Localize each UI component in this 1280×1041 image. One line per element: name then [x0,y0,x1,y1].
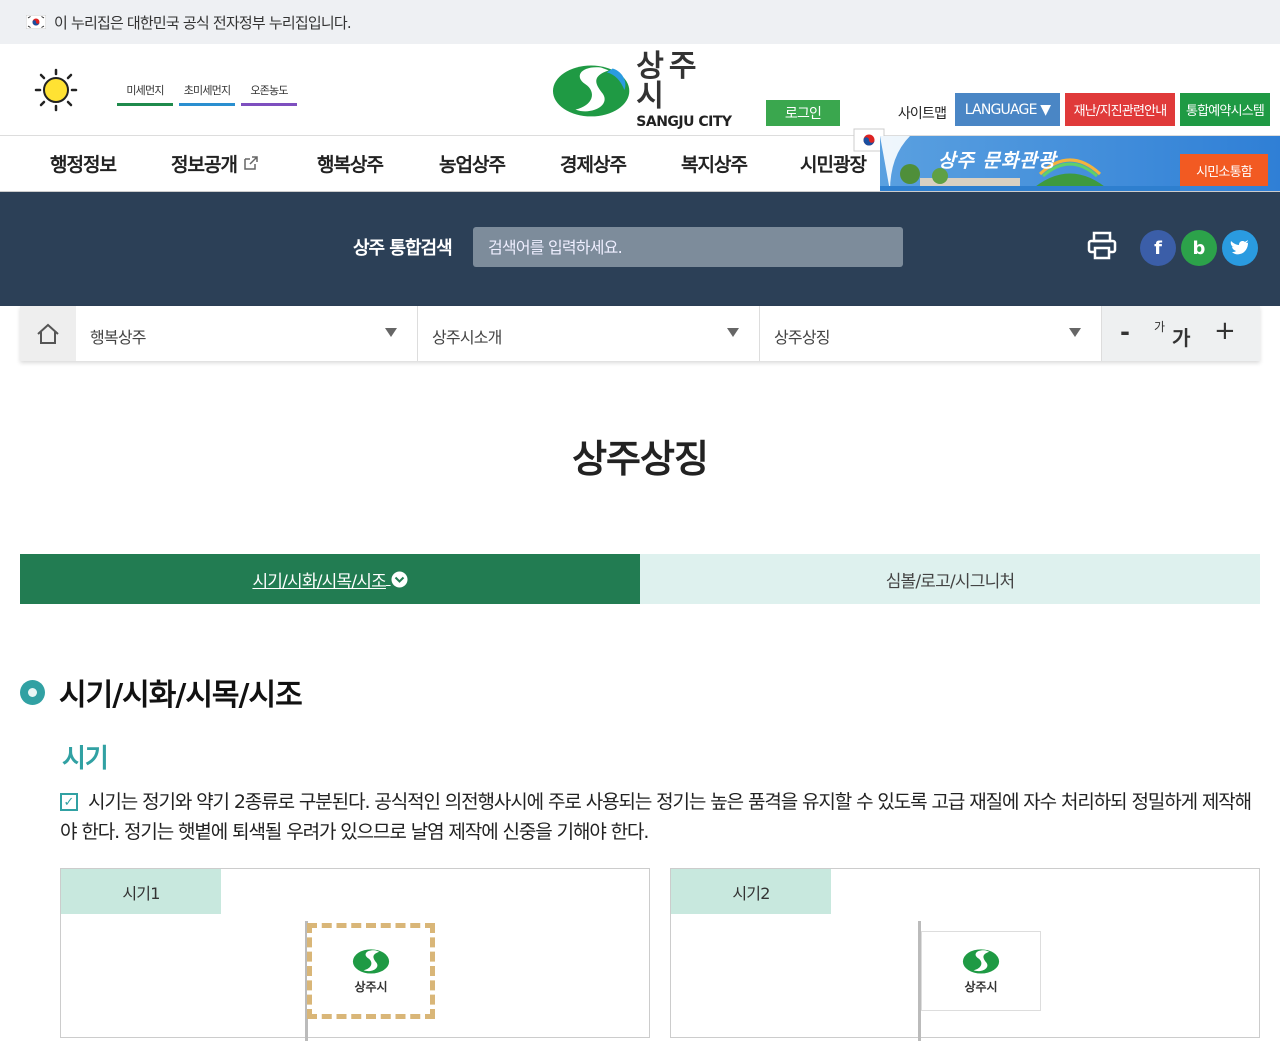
breadcrumb-select-level1[interactable]: 행복상주 [76,306,418,361]
formal-flag-image: 상주시 [307,923,435,1019]
sangju-symbol-icon [352,948,390,974]
chevron-down-icon [1069,328,1081,337]
search-label: 상주 통합검색 [353,238,453,259]
flag-card-label: 시기2 [671,869,831,914]
banner-title: 상주 문화관광 [938,150,1057,172]
sangju-logo[interactable]: 상주시 SANGJU CITY [552,51,732,129]
sitemap-link[interactable]: 사이트맵 [894,100,950,126]
print-icon[interactable] [1086,230,1118,262]
blog-icon: b [1192,237,1206,259]
home-icon [37,323,59,344]
gov-notice-text: 이 누리집은 대한민국 공식 전자정부 누리집입니다. [54,13,352,32]
zoom-small-label: 가 [1154,320,1166,334]
subsection-title: 시기 [62,744,109,774]
facebook-share-button[interactable]: f [1140,230,1176,266]
korea-flag-icon [26,15,46,29]
breadcrumb-select-level3[interactable]: 상주상징 [760,306,1102,361]
reservation-system-button[interactable]: 통합예약시스템 [1180,93,1270,126]
air-ozone[interactable]: 오존농도 [241,82,297,106]
sangju-symbol-icon [552,65,630,117]
bullet-icon [20,679,45,705]
zoom-in-button[interactable]: + [1214,316,1236,346]
language-button[interactable]: LANGUAGE ▼ [955,93,1060,126]
login-button[interactable]: 로그인 [766,100,840,126]
zoom-large-label: 가 [1172,326,1191,350]
logo-english: SANGJU CITY [636,113,732,130]
font-zoom-controls: - 가 가 + [1102,306,1260,361]
sun-icon[interactable] [34,68,78,112]
culture-tour-banner[interactable]: 상주 문화관광 시민소통함 [880,136,1280,191]
nav-item-economy-sangju[interactable]: 경제상주 [560,150,627,177]
twitter-icon [1230,240,1249,255]
flag-card-1: 시기1 상주시 [60,868,650,1041]
tab-flag-flower-tree-bird[interactable]: 시기/시화/시목/시조 [20,554,640,604]
section-heading: 시기/시화/시목/시조 [20,670,303,714]
nav-item-happy-sangju[interactable]: 행복상주 [317,150,384,177]
gov-notice-bar: 이 누리집은 대한민국 공식 전자정부 누리집입니다. [0,0,1280,44]
air-fine-dust[interactable]: 미세먼지 [117,82,173,106]
nav-item-admin-info[interactable]: 행정정보 [50,150,117,177]
home-button[interactable] [20,306,76,361]
breadcrumb: 행복상주 상주시소개 상주상징 - 가 가 + [20,306,1260,361]
content-tabs: 시기/시화/시목/시조 심볼/로고/시그니처 [20,554,1260,604]
flag-card-label: 시기1 [61,869,221,914]
nav-item-agri-sangju[interactable]: 농업상주 [439,150,506,177]
chevron-down-icon [385,328,397,337]
site-header: 미세먼지 초미세먼지 오존농도 상주시 SANGJU CITY 로그인 사이트맵… [0,44,1280,152]
search-input[interactable] [473,227,903,267]
breadcrumb-select-level2[interactable]: 상주시소개 [418,306,760,361]
zoom-out-button[interactable]: - [1120,318,1130,346]
description-paragraph: 시기는 정기와 약기 2종류로 구분된다. 공식적인 의전행사시에 주로 사용되… [60,791,1252,843]
chevron-down-circle-icon [391,571,408,587]
civic-communication-button[interactable]: 시민소통함 [1180,154,1268,186]
chevron-down-icon [727,328,739,337]
air-ultra-fine-dust[interactable]: 초미세먼지 [179,82,235,106]
simple-flag-image: 상주시 [921,931,1041,1011]
facebook-icon: f [1154,237,1162,259]
nav-item-citizen-plaza[interactable]: 시민광장 [800,150,867,177]
nav-item-info-disclosure[interactable]: 정보공개 [171,150,259,177]
search-band: 상주 통합검색 f b [0,192,1280,306]
twitter-share-button[interactable] [1222,230,1258,266]
blog-share-button[interactable]: b [1181,230,1217,266]
logo-korean: 상주시 [636,48,702,114]
tab-symbol-logo-signature[interactable]: 심볼/로고/시그니처 [640,554,1260,604]
sangju-symbol-icon [962,948,1000,974]
main-nav: 행정정보 정보공개 행복상주 농업상주 경제상주 복지상주 시민광장 상주 문화… [0,136,1280,192]
disaster-info-button[interactable]: 재난/지진관련안내 [1065,93,1175,126]
flag-card-2: 시기2 상주시 [670,868,1260,1041]
nav-item-welfare-sangju[interactable]: 복지상주 [681,150,748,177]
external-link-icon [243,156,258,170]
page-title: 상주상징 [572,437,709,481]
